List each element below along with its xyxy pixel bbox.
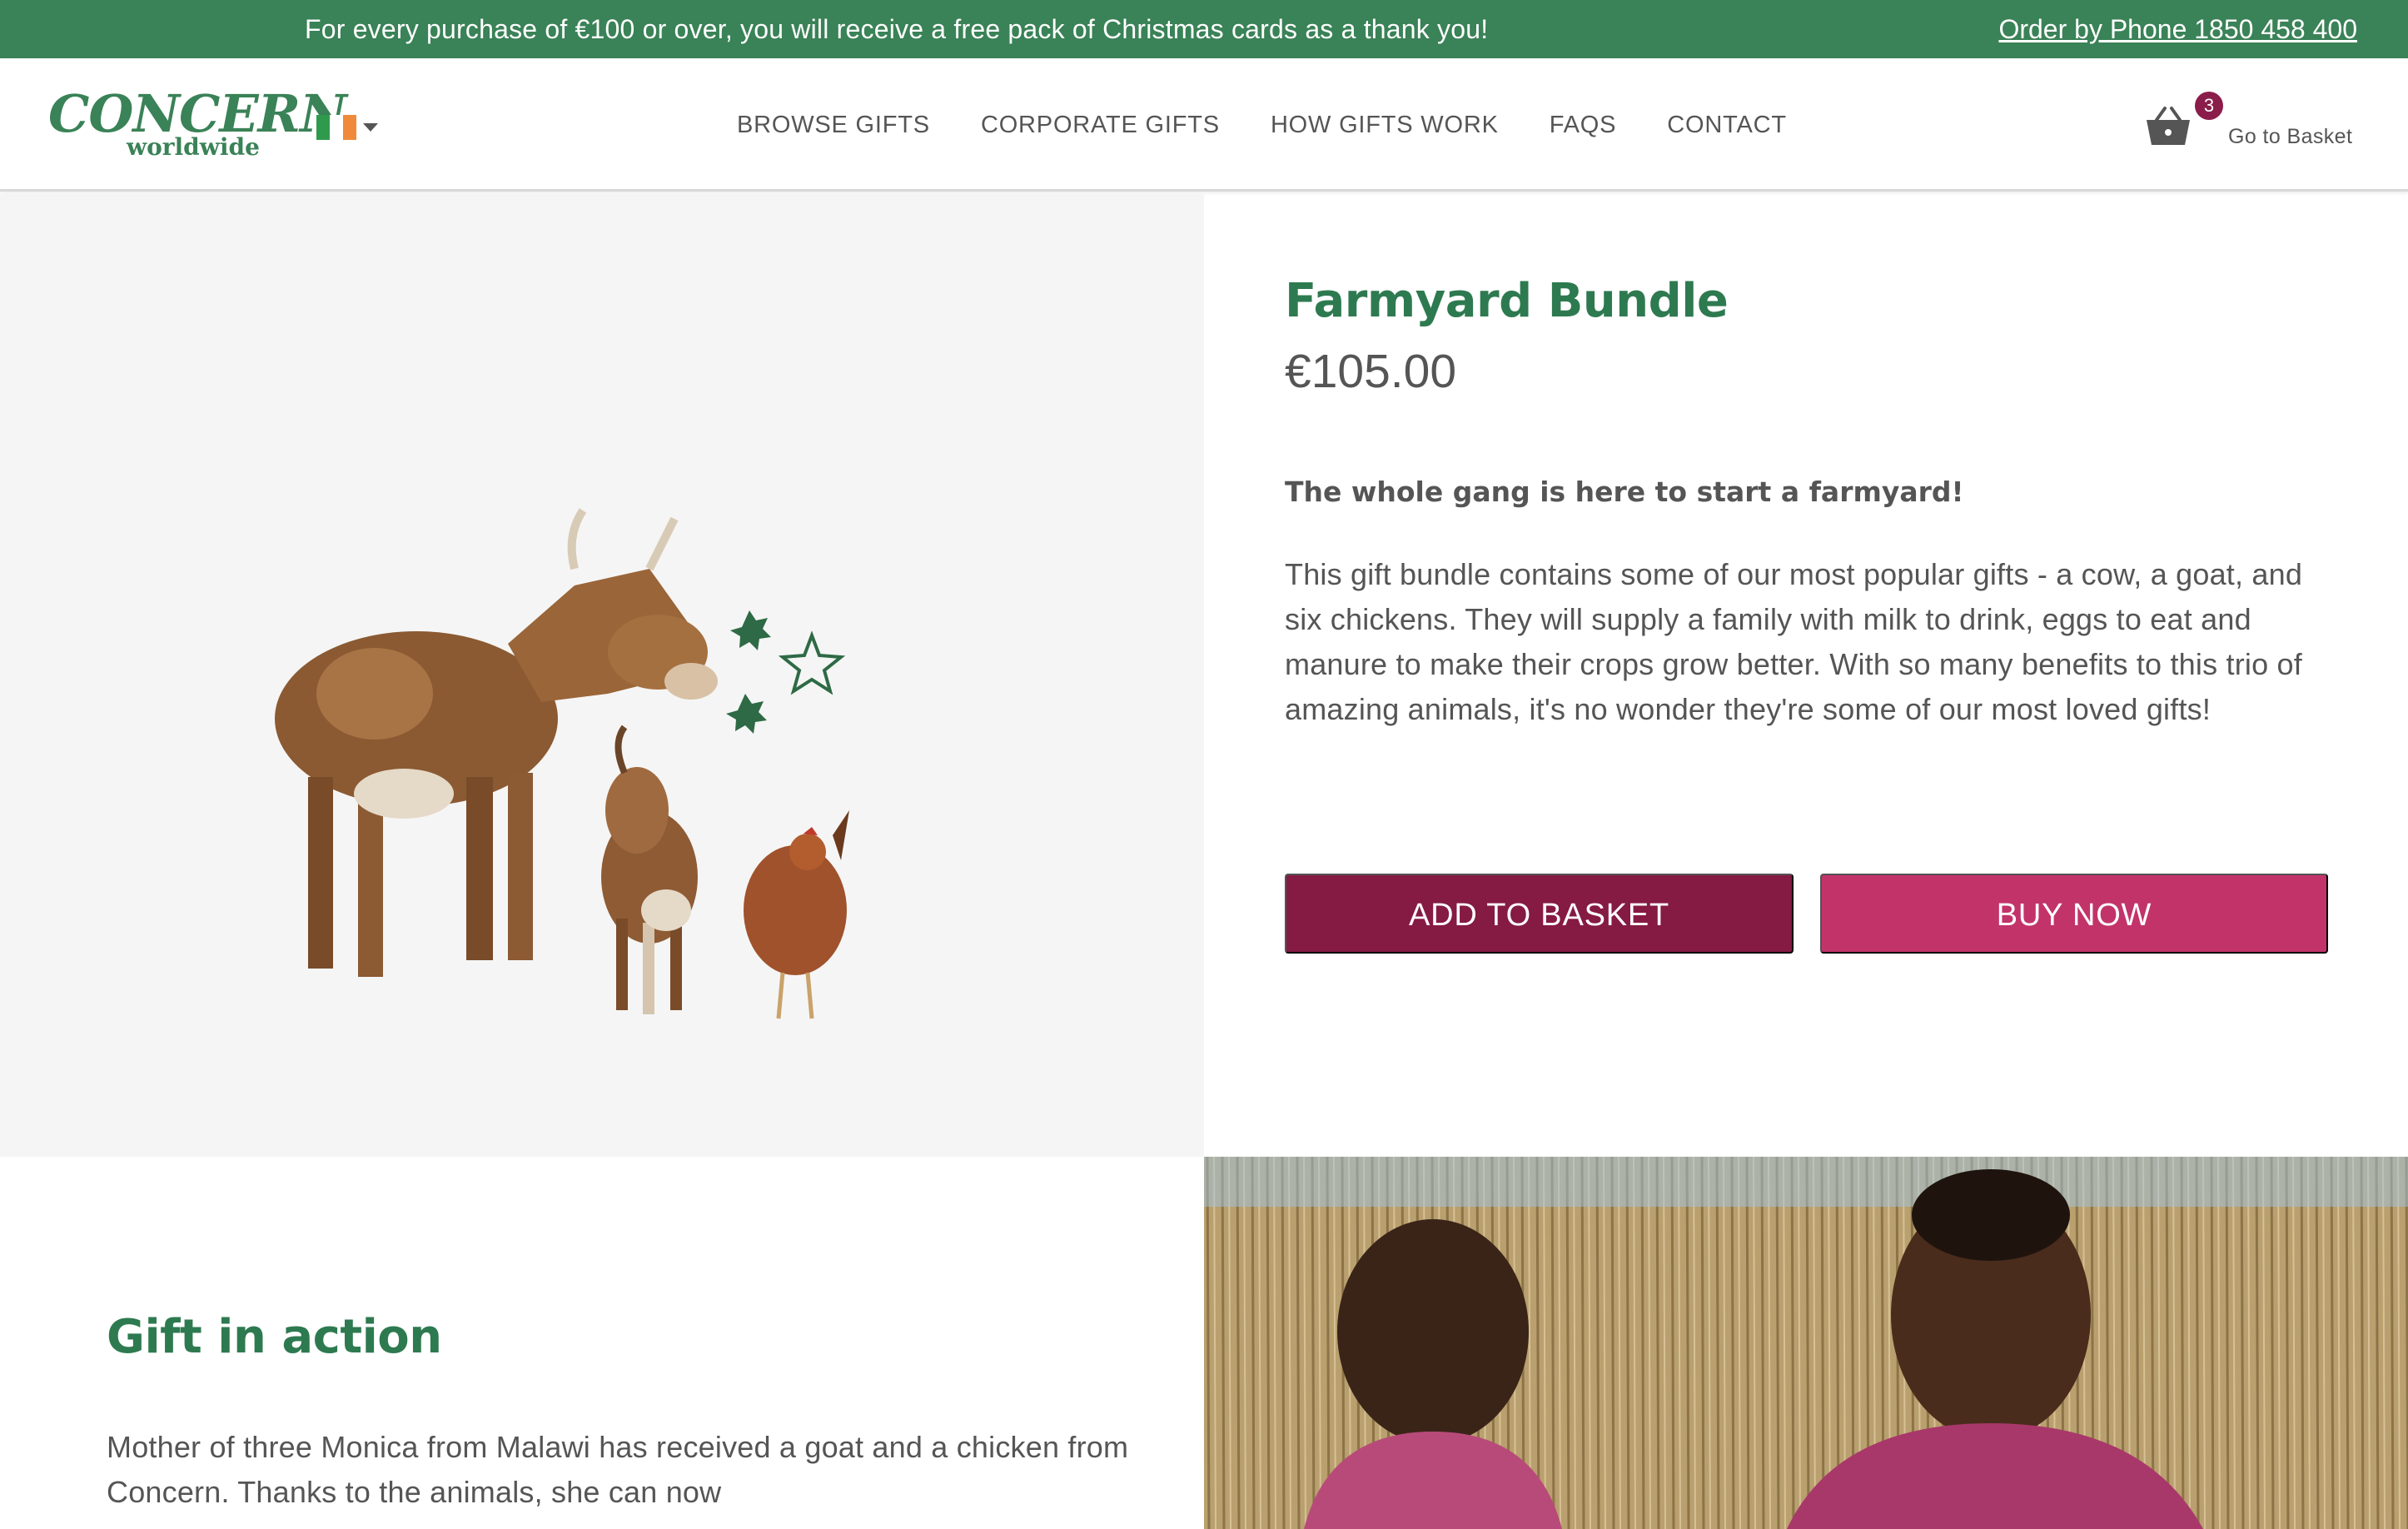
goat-image (601, 725, 698, 1014)
nav-how-gifts-work[interactable]: HOW GIFTS WORK (1271, 112, 1499, 139)
nav-corporate-gifts[interactable]: CORPORATE GIFTS (981, 112, 1220, 139)
product-title: Farmyard Bundle (1285, 274, 1729, 328)
add-to-basket-button[interactable]: ADD TO BASKET (1285, 874, 1794, 954)
gift-in-action-text: Mother of three Monica from Malawi has r… (107, 1430, 1129, 1509)
nav-browse-gifts[interactable]: BROWSE GIFTS (737, 112, 930, 139)
nav-faqs[interactable]: FAQS (1550, 112, 1617, 139)
logo-wordmark: CONCERN (48, 83, 347, 144)
product-price: €105.00 (1285, 345, 1457, 398)
decorative-stars (726, 610, 846, 734)
gift-in-action-section: Gift in action Mother of three Monica fr… (0, 1157, 1204, 1529)
ireland-flag-icon (316, 115, 356, 140)
country-selector[interactable] (316, 113, 383, 142)
basket-count-badge: 3 (2195, 92, 2223, 120)
main-nav: BROWSE GIFTS CORPORATE GIFTS HOW GIFTS W… (737, 58, 1787, 192)
concern-worldwide-logo[interactable]: CONCERN worldwide (48, 88, 347, 163)
chicken-image (744, 810, 849, 1019)
site-header: CONCERN worldwide BROWSE GIFTS CORPORATE… (0, 58, 2408, 192)
basket-icon (2147, 107, 2190, 145)
chevron-down-icon (363, 123, 378, 132)
farmyard-animals-image (275, 508, 849, 1019)
logo-subtitle: worldwide (127, 133, 260, 161)
product-tagline: The whole gang is here to start a farmya… (1285, 476, 1964, 508)
order-by-phone-link[interactable]: Order by Phone 1850 458 400 (1998, 0, 2357, 58)
nav-contact[interactable]: CONTACT (1667, 112, 1787, 139)
product-image-panel (0, 194, 1204, 1157)
beneficiary-photo (1204, 1157, 2408, 1529)
basket-link[interactable]: 3 Go to Basket (2143, 92, 2393, 167)
promo-message: For every purchase of €100 or over, you … (305, 14, 1489, 44)
buy-now-button[interactable]: BUY NOW (1820, 874, 2328, 954)
photo-illustration (1204, 1157, 2408, 1529)
product-description: This gift bundle contains some of our mo… (1285, 557, 2303, 726)
product-info: Farmyard Bundle €105.00 The whole gang i… (1285, 194, 2351, 1157)
go-to-basket-label: Go to Basket (2228, 125, 2353, 148)
promo-bar: For every purchase of €100 or over, you … (0, 0, 2408, 58)
gift-in-action-title: Gift in action (107, 1310, 442, 1364)
